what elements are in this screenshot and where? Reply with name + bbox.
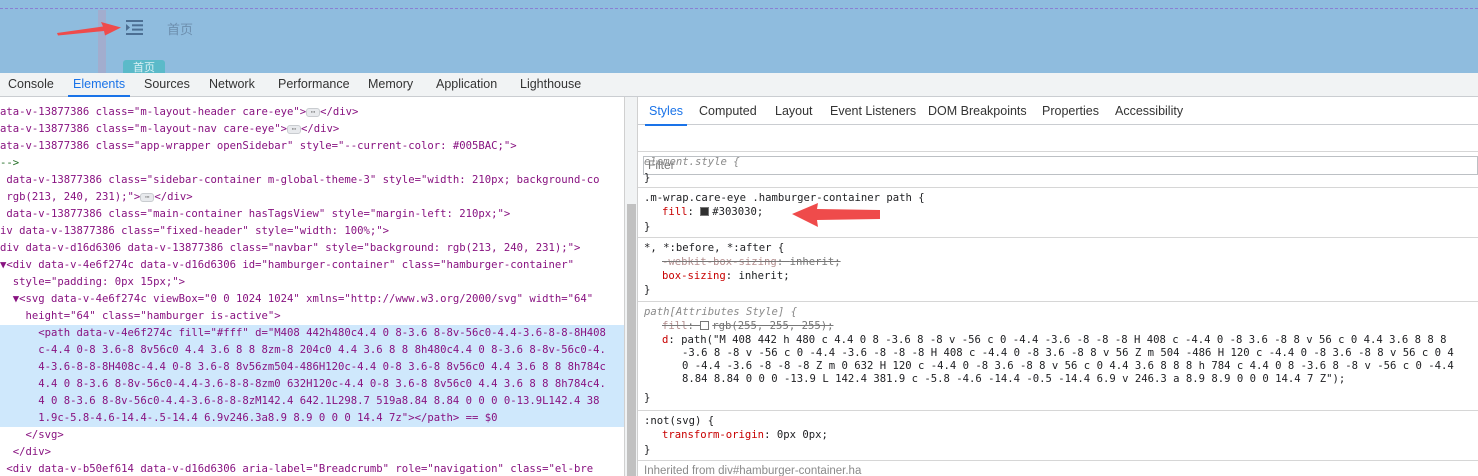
css-declaration-attr-fill[interactable]: fill: rgb(255, 255, 255); [662, 320, 833, 333]
rule-element-style[interactable]: element.style { } [638, 152, 1478, 188]
dom-comment-line[interactable]: --> [0, 155, 19, 172]
rule-not-svg[interactable]: :not(svg) { transform-origin: 0px 0px; } [638, 411, 1478, 461]
color-swatch-icon[interactable] [700, 207, 710, 216]
collapsed-ellipsis-icon[interactable]: ⋯ [306, 107, 321, 117]
css-declaration-transform-origin[interactable]: transform-origin: 0px 0px; [662, 429, 828, 442]
rule-close-brace: } [644, 221, 651, 233]
styles-subtab-bar: Styles Computed Layout Event Listeners D… [638, 97, 1478, 126]
devtools-tab-bar: Console Elements Sources Network Perform… [0, 73, 1478, 97]
dom-node-line[interactable]: rgb(213, 240, 231);"> ⋯ </div> [0, 189, 192, 206]
tab-application[interactable]: Application [436, 73, 497, 96]
selected-dom-node-line[interactable]: 4-3.6-8-8-8H408c-4.4 0-8 3.6-8 8v56zm504… [0, 359, 624, 376]
tab-console[interactable]: Console [8, 73, 54, 96]
inherited-from-label: Inherited from div#hamburger-container.h… [644, 465, 862, 476]
color-swatch-icon[interactable] [700, 321, 710, 330]
subtab-accessibility[interactable]: Accessibility [1115, 97, 1183, 125]
rule-selector: path[Attributes Style] { [644, 306, 798, 318]
rule-selector: .m-wrap.care-eye .hamburger-container pa… [644, 192, 925, 204]
element-highlight-overlay [98, 10, 106, 73]
filter-row: Filter [638, 125, 1478, 175]
dom-node-line[interactable]: ▼<div data-v-4e6f274c data-v-d16d6306 id… [0, 257, 574, 274]
css-declaration-fill[interactable]: fill: #303030; [662, 206, 763, 219]
dom-node-line[interactable]: height="64" class="hamburger is-active"> [0, 308, 281, 325]
scrollbar-thumb[interactable] [627, 204, 636, 476]
css-declaration-d[interactable]: d: path("M 408 442 h 480 c 4.4 0 8 -3.6 … [662, 334, 1447, 347]
tab-performance[interactable]: Performance [278, 73, 350, 96]
red-arrow-annotation-icon [57, 22, 121, 36]
css-d-continuation: 0 -4.4 -3.6 -8 -8 -8 Z m 0 632 H 120 c -… [682, 360, 1454, 372]
subtab-properties[interactable]: Properties [1042, 97, 1099, 125]
selected-dom-node-line[interactable]: c-4.4 0-8 3.6-8 8v56c0 4.4 3.6 8 8 8zm-8… [0, 342, 624, 359]
dom-node-line[interactable]: </div> [0, 444, 51, 461]
dom-node-line[interactable]: div data-v-d16d6306 data-v-13877386 clas… [0, 240, 580, 257]
rule-universal-box-sizing[interactable]: *, *:before, *:after { -webkit-box-sizin… [638, 238, 1478, 302]
dom-node-line[interactable]: ata-v-13877386 class="m-layout-nav care-… [0, 121, 339, 138]
subtab-event-listeners[interactable]: Event Listeners [830, 97, 916, 125]
selected-dom-node-line[interactable]: 1.9c-5.8-4.6-14.4-.5-14.4 6.9v246.3a8.9 … [0, 410, 624, 427]
rule-close-brace: } [644, 444, 651, 456]
tab-memory[interactable]: Memory [368, 73, 413, 96]
dom-node-line[interactable]: </svg> [0, 427, 64, 444]
dom-node-line[interactable]: data-v-13877386 class="sidebar-container… [0, 172, 599, 189]
elements-scrollbar[interactable] [624, 97, 638, 476]
rule-selector: element.style { [644, 156, 740, 168]
tab-elements[interactable]: Elements [67, 73, 131, 97]
dom-node-line[interactable]: ata-v-13877386 class="app-wrapper openSi… [0, 138, 517, 155]
breadcrumb-home[interactable]: 首页 [167, 19, 193, 38]
collapsed-ellipsis-icon[interactable]: ⋯ [140, 192, 155, 202]
collapsed-ellipsis-icon[interactable]: ⋯ [287, 124, 302, 134]
css-declaration-webkit-box-sizing[interactable]: -webkit-box-sizing: inherit; [662, 256, 841, 269]
rule-care-eye-path[interactable]: .m-wrap.care-eye .hamburger-container pa… [638, 188, 1478, 238]
dom-node-line[interactable]: data-v-13877386 class="main-container ha… [0, 206, 510, 223]
selected-dom-node-line[interactable]: 4 0 8-3.6 8-8v-56c0-4.4-3.6-8-8-8zM142.4… [0, 393, 624, 410]
dom-node-line[interactable]: <div data-v-b50ef614 data-v-d16d6306 ari… [0, 461, 593, 476]
rule-close-brace: } [644, 392, 651, 404]
tags-view-home-tab[interactable]: 首页 [123, 60, 165, 73]
styles-pane: Styles Computed Layout Event Listeners D… [638, 97, 1478, 476]
dom-node-line[interactable]: ▼<svg data-v-4e6f274c viewBox="0 0 1024 … [0, 291, 593, 308]
subtab-layout[interactable]: Layout [775, 97, 813, 125]
elements-dom-tree[interactable]: ata-v-13877386 class="m-layout-header ca… [0, 97, 624, 476]
hamburger-icon[interactable] [126, 20, 143, 35]
subtab-computed[interactable]: Computed [699, 97, 757, 125]
red-arrow-annotation-icon [792, 203, 880, 227]
rule-close-brace: } [644, 284, 651, 296]
rule-selector: :not(svg) { [644, 415, 715, 427]
tab-lighthouse[interactable]: Lighthouse [520, 73, 581, 96]
page-preview: 首页 首页 [0, 0, 1478, 73]
css-declaration-box-sizing[interactable]: box-sizing: inherit; [662, 270, 790, 283]
subtab-dom-breakpoints[interactable]: DOM Breakpoints [928, 97, 1027, 125]
css-d-continuation: -3.6 8 -8 v -56 c 0 -4.4 -3.6 -8 -8 -8 H… [682, 347, 1454, 359]
dom-node-line[interactable]: style="padding: 0px 15px;"> [0, 274, 185, 291]
rule-selector: *, *:before, *:after { [644, 242, 785, 254]
dom-node-line[interactable]: iv data-v-13877386 class="fixed-header" … [0, 223, 389, 240]
tab-sources[interactable]: Sources [144, 73, 190, 96]
subtab-styles[interactable]: Styles [644, 97, 688, 126]
tab-network[interactable]: Network [209, 73, 255, 96]
rule-close-brace: } [644, 172, 651, 184]
css-d-continuation: 8.84 8.84 0 0 0 -13.9 L 142.4 381.9 c -5… [682, 373, 1346, 385]
page-dashed-border [0, 8, 1478, 9]
rule-path-attributes-style[interactable]: path[Attributes Style] { fill: rgb(255, … [638, 302, 1478, 411]
selected-dom-node-line[interactable]: 4.4 0 8-3.6 8-8v-56c0-4.4-3.6-8-8-8zm0 6… [0, 376, 624, 393]
selected-dom-node-line[interactable]: <path data-v-4e6f274c fill="#fff" d="M40… [0, 325, 624, 342]
dom-node-line[interactable]: ata-v-13877386 class="m-layout-header ca… [0, 104, 358, 121]
